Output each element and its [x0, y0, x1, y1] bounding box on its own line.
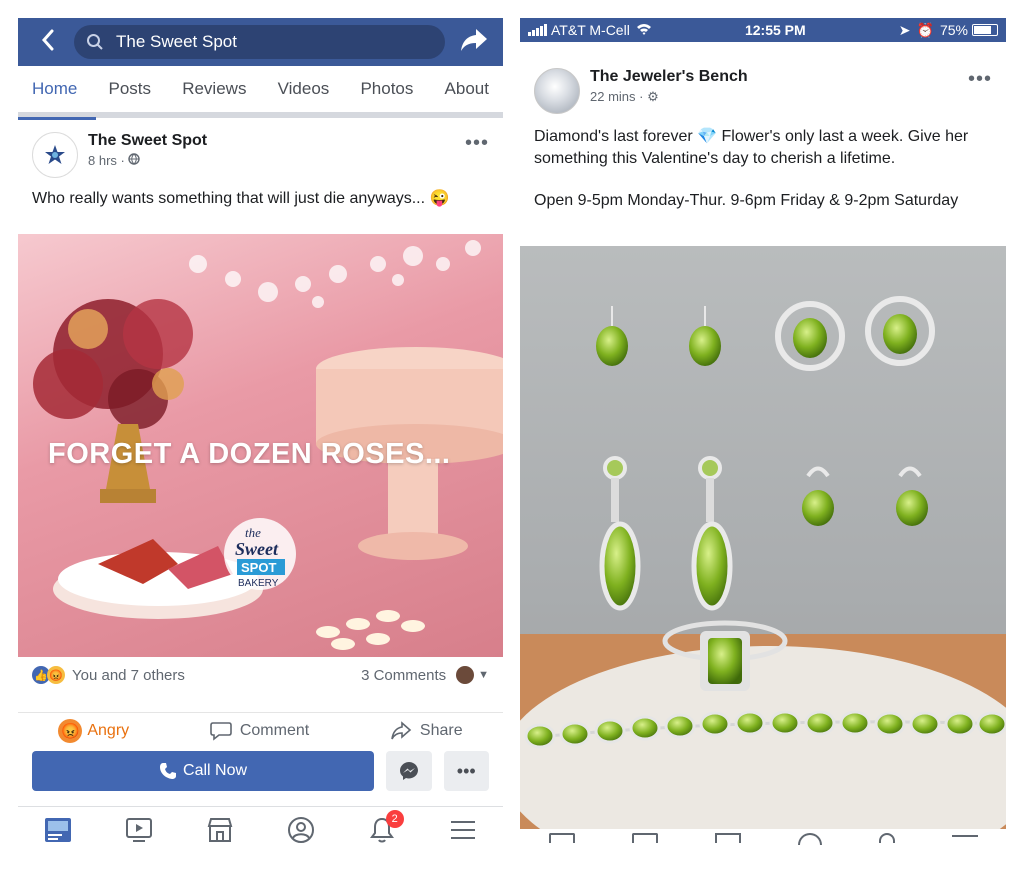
- post-image[interactable]: the Sweet SPOT BAKERY FORGET A DOZEN ROS…: [18, 234, 503, 657]
- page-avatar[interactable]: [534, 68, 580, 114]
- watch-icon[interactable]: [123, 814, 155, 846]
- call-now-button[interactable]: Call Now: [32, 751, 375, 791]
- profile-icon[interactable]: [285, 814, 317, 846]
- post-text: Diamond's last forever 💎 Flower's only l…: [520, 114, 1006, 212]
- reactions-bar: 👍 😡 You and 7 others 3 Comments ▼: [32, 666, 489, 684]
- profile-icon[interactable]: [797, 833, 822, 845]
- share-label: Share: [419, 721, 463, 739]
- menu-icon[interactable]: [447, 814, 479, 846]
- post-time: 8 hrs ·: [88, 153, 465, 168]
- reaction-summary[interactable]: 👍 😡 You and 7 others: [32, 666, 185, 684]
- news-feed-icon[interactable]: [42, 814, 74, 846]
- image-overlay-text: FORGET A DOZEN ROSES...: [48, 438, 451, 470]
- alarm-icon: ⏰: [916, 21, 934, 38]
- angry-button[interactable]: 😡 Angry: [58, 718, 130, 743]
- wifi-icon: [636, 22, 652, 38]
- post-header: The Jeweler's Bench 22 mins · ⚙ •••: [520, 42, 1006, 114]
- top-bar: The Sweet Spot: [18, 18, 503, 66]
- phone-icon: [160, 763, 177, 779]
- notifications-icon[interactable]: [878, 833, 895, 843]
- tab-reviews[interactable]: Reviews: [182, 79, 246, 99]
- marketplace-icon[interactable]: [204, 814, 236, 846]
- notification-badge: 2: [385, 809, 404, 828]
- carrier-text: AT&T M-Cell: [551, 22, 630, 38]
- back-icon[interactable]: [30, 27, 66, 58]
- tab-about[interactable]: About: [445, 79, 489, 99]
- location-arrow-icon: ➤: [898, 21, 911, 38]
- news-feed-icon[interactable]: [548, 833, 575, 843]
- reaction-count: You and 7 others: [72, 666, 185, 684]
- call-to-action-bar: Call Now •••: [32, 751, 489, 791]
- post-time-text: 8 hrs ·: [88, 153, 125, 168]
- search-icon: [87, 34, 103, 50]
- chevron-down-icon[interactable]: ▼: [478, 669, 489, 681]
- svg-text:BAKERY: BAKERY: [238, 578, 279, 589]
- comment-button[interactable]: Comment: [210, 721, 309, 741]
- gear-icon: ⚙: [647, 89, 659, 104]
- post-text: Who really wants something that will jus…: [32, 190, 450, 207]
- angry-reaction-icon: 😡: [47, 666, 65, 684]
- notifications-icon[interactable]: 2: [366, 809, 404, 846]
- angry-face-icon: 😡: [58, 718, 83, 743]
- bottom-navigation: [520, 833, 1006, 853]
- share-icon: [391, 720, 412, 739]
- more-actions-button[interactable]: •••: [443, 751, 489, 791]
- active-tab-indicator: [18, 117, 96, 120]
- page-avatar[interactable]: [32, 132, 78, 178]
- share-arrow-icon[interactable]: [459, 27, 491, 58]
- post-text-paragraph-2: Open 9-5pm Monday-Thur. 9-6pm Friday & 9…: [534, 192, 959, 209]
- post-actions: 😡 Angry Comment Share: [18, 712, 503, 748]
- signal-icon: [528, 24, 547, 36]
- comments-count[interactable]: 3 Comments: [361, 667, 446, 684]
- post-image[interactable]: [520, 246, 1006, 829]
- post-time: 22 mins · ⚙: [590, 89, 968, 105]
- menu-icon[interactable]: [951, 835, 978, 837]
- search-input[interactable]: The Sweet Spot: [74, 25, 445, 59]
- more-options-icon[interactable]: •••: [968, 68, 992, 91]
- battery-percent: 75%: [939, 22, 968, 38]
- profile-switcher-avatar[interactable]: [456, 666, 475, 684]
- messenger-button[interactable]: [386, 751, 432, 791]
- page-name[interactable]: The Jeweler's Bench: [590, 68, 968, 86]
- tab-home[interactable]: Home: [32, 79, 77, 99]
- call-now-label: Call Now: [183, 762, 248, 779]
- more-options-icon[interactable]: •••: [465, 132, 489, 155]
- comment-label: Comment: [239, 721, 310, 739]
- status-bar: AT&T M-Cell 12:55 PM ➤ ⏰ 75%: [520, 18, 1006, 42]
- svg-text:Sweet: Sweet: [235, 539, 279, 559]
- search-text: The Sweet Spot: [116, 32, 237, 51]
- right-screenshot: AT&T M-Cell 12:55 PM ➤ ⏰ 75% The Jeweler…: [520, 18, 1006, 853]
- tab-photos[interactable]: Photos: [360, 79, 413, 99]
- watch-icon[interactable]: [631, 833, 658, 843]
- clock-text: 12:55 PM: [744, 22, 806, 38]
- tab-videos[interactable]: Videos: [278, 79, 330, 99]
- globe-icon: [128, 153, 141, 168]
- comment-icon: [210, 721, 232, 741]
- tab-posts[interactable]: Posts: [109, 79, 152, 99]
- marketplace-icon[interactable]: [714, 833, 741, 843]
- page-tabs: Home Posts Reviews Videos Photos About: [18, 66, 503, 118]
- share-button[interactable]: Share: [390, 720, 463, 741]
- page-name[interactable]: The Sweet Spot: [88, 132, 465, 150]
- bottom-navigation: 2: [18, 806, 503, 852]
- post-text-paragraph-1: Diamond's last forever 💎 Flower's only l…: [534, 128, 969, 167]
- battery-icon: [971, 24, 998, 36]
- post-header: The Sweet Spot 8 hrs · •••: [18, 118, 503, 178]
- angry-label: Angry: [87, 721, 130, 739]
- messenger-icon: [399, 762, 418, 780]
- post-time-text: 22 mins ·: [590, 89, 644, 104]
- svg-text:the: the: [245, 525, 261, 540]
- left-screenshot: The Sweet Spot Home Posts Reviews Videos…: [18, 18, 503, 853]
- svg-text:SPOT: SPOT: [241, 560, 276, 575]
